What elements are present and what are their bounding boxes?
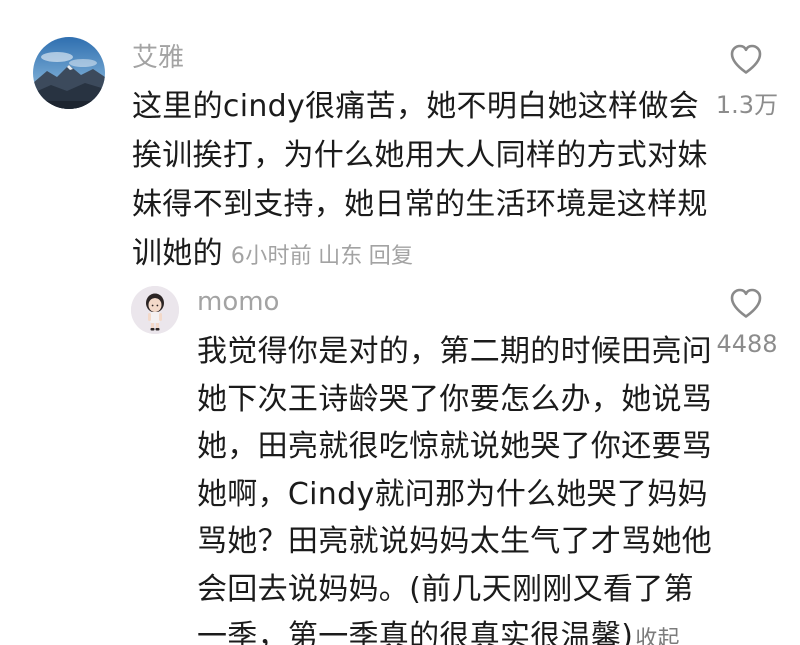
avatar[interactable]	[131, 286, 179, 334]
comment-line: 挨训挨打，为什么她用大人同样的方式对妹	[132, 138, 708, 173]
avatar[interactable]	[33, 37, 105, 109]
reply-line: 她啊，Cindy就问那为什么她哭了妈妈	[197, 476, 708, 512]
reply-line: 一季，第一季真的很真实很温馨)	[197, 619, 634, 645]
reply-line: 我觉得你是对的，第二期的时候田亮问	[197, 334, 713, 369]
comment-username[interactable]: 艾雅	[132, 42, 184, 74]
reply-text: 我觉得你是对的，第二期的时候田亮问 她下次王诗龄哭了你要怎么办，她说骂 她，田亮…	[197, 328, 712, 645]
reply-line: 会回去说妈妈。(前几天刚刚又看了第	[197, 571, 694, 607]
reply-username[interactable]: momo	[197, 286, 279, 318]
like-count: 4488	[716, 330, 778, 358]
comment-time: 6小时前	[230, 244, 313, 269]
like-count: 1.3万	[715, 91, 779, 119]
reply-last-line: 一季，第一季真的很真实很温馨)收起	[197, 613, 712, 645]
comment-location: 山东	[318, 244, 363, 269]
comment-thread: 艾雅 这里的cindy很痛苦，她不明白她这样做会 挨训挨打，为什么她用大人同样的…	[0, 0, 800, 645]
heart-outline-icon[interactable]	[729, 287, 763, 319]
heart-outline-icon[interactable]	[729, 43, 763, 75]
reply-line: 骂她？田亮就说妈妈太生气了才骂她他	[197, 524, 713, 559]
comment-meta: 6小时前 山东 回复	[231, 244, 419, 269]
comment-last-line: 训她的 6小时前 山东 回复	[132, 229, 708, 281]
collapse-button[interactable]: 收起	[635, 627, 680, 645]
comment-text: 这里的cindy很痛苦，她不明白她这样做会 挨训挨打，为什么她用大人同样的方式对…	[132, 82, 708, 281]
reply-button[interactable]: 回复	[369, 244, 414, 269]
reply-line: 她，田亮就很吃惊就说她哭了你还要骂	[197, 429, 713, 464]
comment-line: 妹得不到支持，她日常的生活环境是这样规	[132, 187, 708, 222]
comment-line: 这里的cindy很痛苦，她不明白她这样做会	[132, 89, 699, 124]
reply-line: 她下次王诗龄哭了你要怎么办，她说骂	[197, 381, 713, 417]
cartoon-girl-avatar-image	[131, 286, 179, 334]
comment-line: 训她的	[132, 236, 223, 271]
mountain-landscape-avatar-image	[33, 37, 105, 109]
